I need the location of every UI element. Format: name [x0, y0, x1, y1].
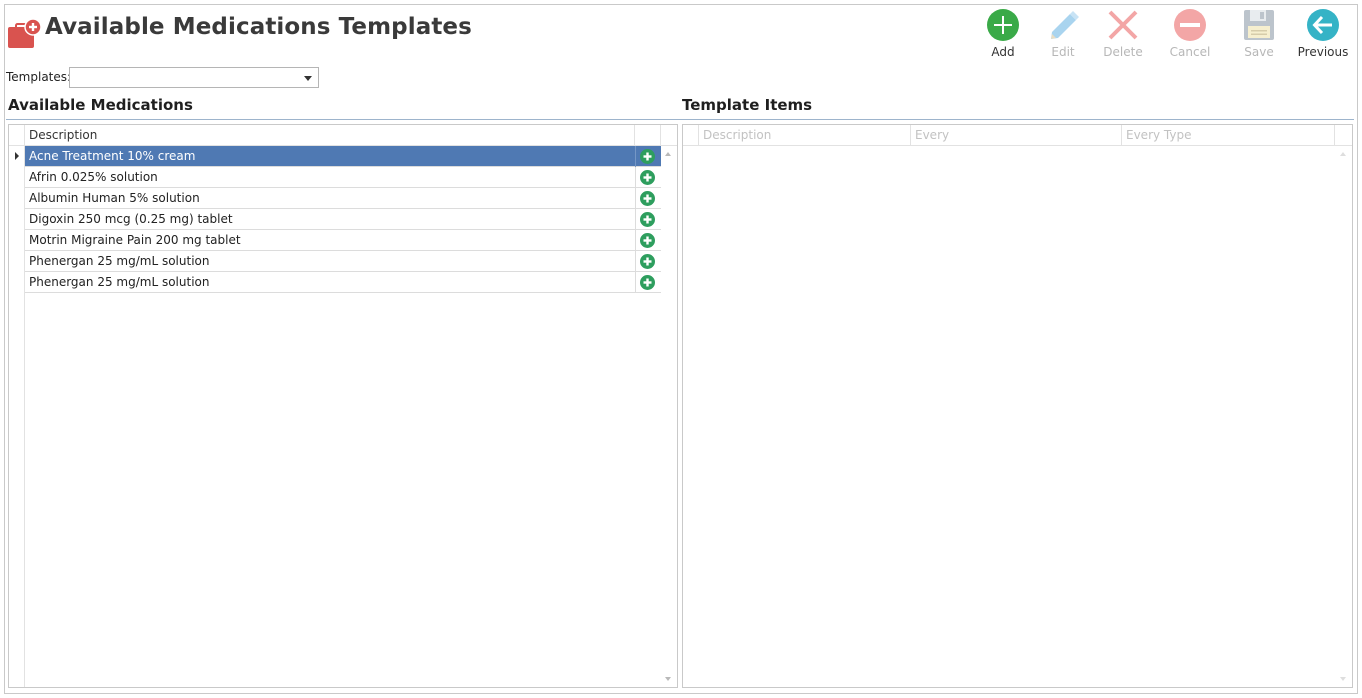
cancel-button[interactable]: Cancel — [1157, 8, 1223, 64]
table-row[interactable]: Motrin Migraine Pain 200 mg tablet — [25, 230, 661, 251]
row-selector-column — [9, 125, 25, 687]
vertical-scrollbar[interactable] — [1335, 146, 1352, 687]
column-header-every[interactable]: Every — [911, 125, 1122, 146]
vertical-scrollbar[interactable] — [660, 146, 677, 687]
save-button-label: Save — [1244, 45, 1274, 59]
table-row[interactable]: Digoxin 250 mcg (0.25 mg) tablet — [25, 209, 661, 230]
cell-divider — [635, 251, 636, 272]
edit-button[interactable]: Edit — [1030, 8, 1096, 64]
medication-description: Phenergan 25 mg/mL solution — [29, 275, 210, 289]
add-circle-icon — [987, 9, 1019, 41]
add-medication-icon[interactable] — [640, 191, 655, 206]
table-row[interactable]: Acne Treatment 10% cream — [25, 146, 661, 167]
medication-description: Digoxin 250 mcg (0.25 mg) tablet — [29, 212, 233, 226]
available-medications-grid: Description Acne Treatment 10% cream Afri… — [8, 124, 678, 688]
cancel-button-label: Cancel — [1169, 45, 1211, 59]
cell-divider — [635, 230, 636, 251]
cancel-minus-icon — [1174, 9, 1206, 41]
column-header-action — [635, 125, 661, 146]
scroll-up-arrow-icon[interactable] — [665, 152, 671, 156]
add-medication-icon[interactable] — [640, 233, 655, 248]
floppy-disk-icon — [1244, 10, 1274, 40]
templates-label: Templates: — [6, 70, 72, 84]
edit-button-label: Edit — [1051, 45, 1075, 59]
add-button-label: Add — [991, 45, 1015, 59]
add-medication-icon[interactable] — [640, 212, 655, 227]
previous-button-label: Previous — [1297, 45, 1349, 59]
add-medication-icon[interactable] — [640, 254, 655, 269]
column-header-description[interactable]: Description — [699, 125, 911, 146]
delete-x-icon — [1108, 10, 1138, 40]
toolbar: Add Edit Delete Cancel Save Previous — [970, 8, 1356, 64]
delete-button-label: Delete — [1103, 45, 1143, 59]
template-items-grid: Description Every Every Type — [682, 124, 1353, 688]
cell-divider — [635, 272, 636, 293]
delete-button[interactable]: Delete — [1090, 8, 1156, 64]
templates-dropdown[interactable] — [69, 67, 319, 88]
grid-header: Description Every Every Type — [683, 125, 1352, 146]
table-row[interactable]: Phenergan 25 mg/mL solution — [25, 251, 661, 272]
table-row[interactable]: Phenergan 25 mg/mL solution — [25, 272, 661, 293]
scroll-down-arrow-icon[interactable] — [1340, 677, 1346, 681]
row-selector-header — [683, 125, 699, 146]
table-row[interactable]: Albumin Human 5% solution — [25, 188, 661, 209]
cell-divider — [635, 188, 636, 209]
table-row[interactable]: Afrin 0.025% solution — [25, 167, 661, 188]
template-items-title: Template Items — [682, 96, 813, 114]
add-button[interactable]: Add — [970, 8, 1036, 64]
medication-description: Phenergan 25 mg/mL solution — [29, 254, 210, 268]
scroll-down-arrow-icon[interactable] — [665, 677, 671, 681]
available-medications-title: Available Medications — [8, 96, 193, 114]
column-header-description[interactable]: Description — [25, 125, 635, 146]
add-medication-icon[interactable] — [640, 275, 655, 290]
medication-description: Acne Treatment 10% cream — [29, 149, 196, 163]
medication-case-icon — [8, 18, 42, 48]
cell-divider — [635, 146, 636, 167]
cell-divider — [635, 167, 636, 188]
medication-description: Motrin Migraine Pain 200 mg tablet — [29, 233, 241, 247]
cell-divider — [635, 209, 636, 230]
page-title: Available Medications Templates — [45, 14, 472, 40]
medication-description: Afrin 0.025% solution — [29, 170, 158, 184]
grid-header: Description — [9, 125, 677, 146]
medication-description: Albumin Human 5% solution — [29, 191, 200, 205]
pencil-icon — [1051, 11, 1079, 39]
previous-button[interactable]: Previous — [1290, 8, 1356, 64]
current-row-indicator-icon — [15, 152, 19, 160]
add-medication-icon[interactable] — [640, 149, 655, 164]
save-button[interactable]: Save — [1226, 8, 1292, 64]
scroll-up-arrow-icon[interactable] — [1340, 152, 1346, 156]
chevron-down-icon[interactable] — [304, 76, 312, 81]
column-header-every-type[interactable]: Every Type — [1122, 125, 1335, 146]
section-divider — [6, 119, 1354, 120]
previous-arrow-icon — [1307, 9, 1339, 41]
add-medication-icon[interactable] — [640, 170, 655, 185]
